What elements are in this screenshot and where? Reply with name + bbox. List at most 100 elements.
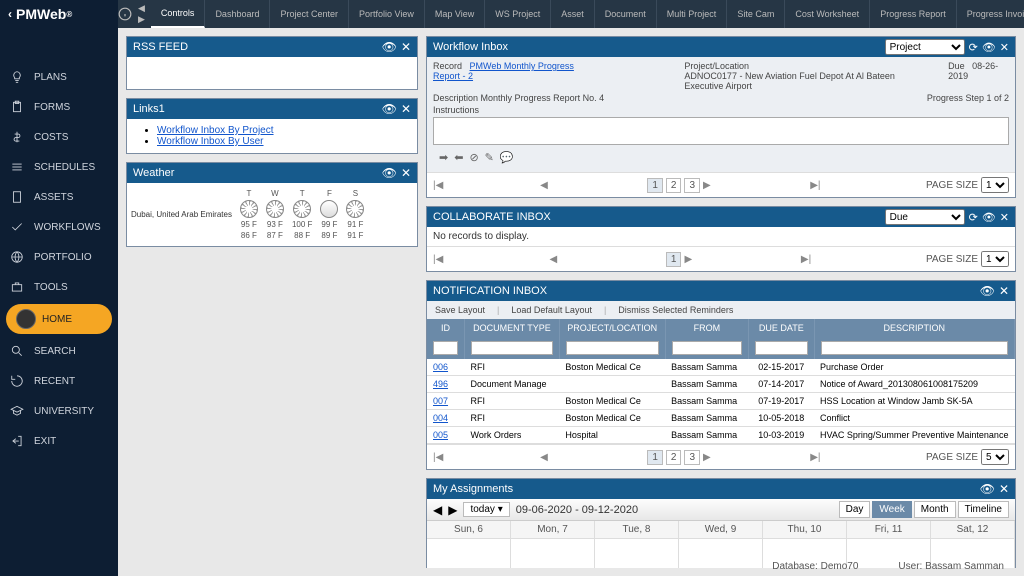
tab-portfolio-view[interactable]: Portfolio View	[349, 0, 425, 28]
tab-dashboard[interactable]: Dashboard	[205, 0, 270, 28]
col-filter[interactable]	[672, 341, 742, 355]
page-1[interactable]: 1	[647, 178, 663, 193]
sidebar-item-costs[interactable]: COSTS	[0, 122, 118, 152]
hide-icon[interactable]: 👁	[382, 40, 397, 54]
view-day[interactable]: Day	[839, 501, 871, 518]
tab-document[interactable]: Document	[595, 0, 657, 28]
page-1[interactable]: 1	[647, 450, 663, 465]
pager-last[interactable]: ▶|	[810, 452, 914, 463]
table-row[interactable]: 004RFIBoston Medical CeBassam Samma10-05…	[427, 410, 1015, 427]
pager-prev[interactable]: ◀	[540, 180, 644, 191]
sidebar-item-search[interactable]: SEARCH	[0, 336, 118, 366]
pager-first[interactable]: |◀	[433, 180, 537, 191]
table-row[interactable]: 496Document ManageBassam Samma07-14-2017…	[427, 376, 1015, 393]
page-size-select[interactable]: 1	[981, 251, 1009, 267]
collab-selector[interactable]: Due	[885, 209, 965, 225]
info-icon[interactable]	[118, 0, 132, 28]
tab-nav-arrows[interactable]: ◀ ▶	[132, 3, 151, 25]
pager-first[interactable]: |◀	[433, 254, 546, 265]
refresh-icon[interactable]: ⟳	[969, 211, 978, 224]
tab-project-center[interactable]: Project Center	[270, 0, 349, 28]
tab-asset[interactable]: Asset	[551, 0, 595, 28]
tab-map-view[interactable]: Map View	[425, 0, 485, 28]
pager-next[interactable]: ▶	[703, 452, 807, 463]
page-1[interactable]: 1	[666, 252, 682, 267]
link-item[interactable]: Workflow Inbox By Project	[157, 125, 274, 136]
sidebar-item-assets[interactable]: ASSETS	[0, 182, 118, 212]
col-filter[interactable]	[821, 341, 1008, 355]
col-header[interactable]: DUE DATE	[749, 319, 814, 337]
col-filter[interactable]	[566, 341, 659, 355]
sidebar-item-home[interactable]: HOME	[6, 304, 112, 334]
cal-day-cell[interactable]	[595, 538, 679, 568]
table-row[interactable]: 007RFIBoston Medical CeBassam Samma07-19…	[427, 393, 1015, 410]
col-header[interactable]: ID	[427, 319, 465, 337]
view-timeline[interactable]: Timeline	[958, 501, 1009, 518]
page-3[interactable]: 3	[684, 450, 700, 465]
instructions-textarea[interactable]	[433, 117, 1009, 145]
sidebar-item-forms[interactable]: FORMS	[0, 92, 118, 122]
close-icon[interactable]: ✕	[1000, 41, 1009, 54]
link-item[interactable]: Workflow Inbox By User	[157, 136, 264, 147]
back-icon[interactable]: ⬅	[454, 151, 463, 164]
tab-ws-project[interactable]: WS Project	[485, 0, 551, 28]
tab-progress-invoices[interactable]: Progress Invoices	[957, 0, 1024, 28]
col-filter[interactable]	[433, 341, 458, 355]
comment-icon[interactable]: 💬	[500, 151, 514, 164]
hide-icon[interactable]: 👁	[980, 482, 995, 496]
cancel-icon[interactable]: ⊘	[469, 151, 478, 164]
hide-icon[interactable]: 👁	[980, 284, 995, 298]
pager-next[interactable]: ▶	[684, 254, 797, 265]
view-week[interactable]: Week	[872, 501, 911, 518]
hide-icon[interactable]: 👁	[982, 41, 996, 54]
page-3[interactable]: 3	[684, 178, 700, 193]
refresh-icon[interactable]: ⟳	[969, 41, 978, 54]
page-size-select[interactable]: 5	[981, 449, 1009, 465]
close-icon[interactable]: ✕	[401, 40, 411, 54]
page-2[interactable]: 2	[666, 450, 682, 465]
collapse-icon[interactable]: ‹	[8, 7, 12, 21]
forward-icon[interactable]: ➡	[439, 151, 448, 164]
col-filter[interactable]	[471, 341, 553, 355]
edit-icon[interactable]: ✎	[485, 151, 494, 164]
cal-day-cell[interactable]	[427, 538, 511, 568]
view-month[interactable]: Month	[914, 501, 956, 518]
close-icon[interactable]: ✕	[401, 102, 411, 116]
pager-prev[interactable]: ◀	[540, 452, 644, 463]
close-icon[interactable]: ✕	[999, 284, 1009, 298]
tab-progress-report[interactable]: Progress Report	[870, 0, 957, 28]
hide-icon[interactable]: 👁	[982, 211, 996, 224]
sidebar-item-exit[interactable]: EXIT	[0, 426, 118, 456]
hide-icon[interactable]: 👁	[382, 166, 397, 180]
close-icon[interactable]: ✕	[1000, 211, 1009, 224]
col-header[interactable]: DOCUMENT TYPE	[465, 319, 560, 337]
workflow-selector[interactable]: Project	[885, 39, 965, 55]
tab-cost-worksheet[interactable]: Cost Worksheet	[785, 0, 870, 28]
cal-day-cell[interactable]	[511, 538, 595, 568]
page-2[interactable]: 2	[666, 178, 682, 193]
page-size-select[interactable]: 1	[981, 177, 1009, 193]
pager-last[interactable]: ▶|	[810, 180, 914, 191]
sidebar-item-tools[interactable]: TOOLS	[0, 272, 118, 302]
cal-day-cell[interactable]	[679, 538, 763, 568]
hide-icon[interactable]: 👁	[382, 102, 397, 116]
pager-last[interactable]: ▶|	[801, 254, 914, 265]
sidebar-item-schedules[interactable]: SCHEDULES	[0, 152, 118, 182]
today-button[interactable]: today ▾	[463, 502, 509, 517]
pager-prev[interactable]: ◀	[549, 254, 662, 265]
sidebar-item-recent[interactable]: RECENT	[0, 366, 118, 396]
col-header[interactable]: DESCRIPTION	[814, 319, 1014, 337]
sidebar-item-portfolio[interactable]: PORTFOLIO	[0, 242, 118, 272]
cal-next[interactable]: ▶	[448, 503, 457, 517]
tab-multi-project[interactable]: Multi Project	[657, 0, 728, 28]
sidebar-item-workflows[interactable]: WORKFLOWS	[0, 212, 118, 242]
col-filter[interactable]	[755, 341, 807, 355]
table-row[interactable]: 005Work OrdersHospitalBassam Samma10-03-…	[427, 427, 1015, 444]
notif-tool[interactable]: Dismiss Selected Reminders	[618, 305, 733, 315]
pager-first[interactable]: |◀	[433, 452, 537, 463]
col-header[interactable]: PROJECT/LOCATION	[559, 319, 665, 337]
notif-tool[interactable]: Save Layout	[435, 305, 485, 315]
sidebar-item-university[interactable]: UNIVERSITY	[0, 396, 118, 426]
tab-controls[interactable]: Controls	[151, 0, 206, 28]
sidebar-item-plans[interactable]: PLANS	[0, 62, 118, 92]
